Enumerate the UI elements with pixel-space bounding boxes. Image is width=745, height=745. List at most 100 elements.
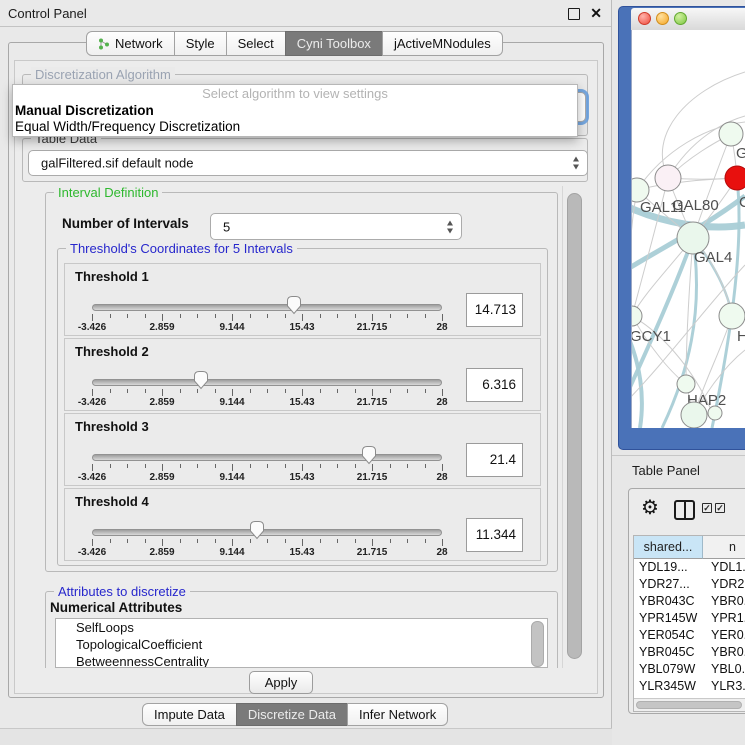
combo-stepper-icon — [573, 157, 580, 170]
network-node[interactable] — [719, 303, 745, 329]
cell-shared-name: YBL079W — [639, 661, 695, 678]
table-row[interactable]: YLR345W YLR3... — [634, 678, 745, 695]
screen: Control Panel ✕ Network StyleSelectCyni T… — [0, 0, 745, 745]
cell-name: YPR1... — [711, 610, 745, 627]
combo-stepper-icon — [447, 220, 454, 233]
threshold-value-field[interactable]: 14.713 — [466, 293, 523, 327]
dropdown-item[interactable]: Manual Discretization — [13, 103, 577, 119]
algorithm-dropdown-popup: Select algorithm to view settings Manual… — [12, 84, 578, 137]
tab-style[interactable]: Style — [174, 31, 227, 56]
threshold-slider-thumb[interactable] — [361, 445, 377, 465]
table-row[interactable]: YBR045CYBR0... — [634, 644, 745, 661]
cell-shared-name: YBR043C — [639, 593, 695, 610]
table-row[interactable]: YDL19...YDL1... — [634, 559, 745, 576]
columns-icon-divider — [684, 502, 686, 518]
threshold-slider-thumb[interactable] — [286, 295, 302, 315]
cell-shared-name: YDR27... — [639, 576, 690, 593]
tab-network[interactable]: Network — [86, 31, 175, 56]
threshold-panel: Threshold 2-3.4262.8599.14415.4321.71528… — [64, 338, 541, 411]
cell-shared-name: YPR145W — [639, 610, 697, 627]
num-intervals-label: Number of Intervals — [62, 216, 189, 231]
network-node-label: GCY1 — [632, 328, 671, 345]
network-node[interactable] — [632, 306, 642, 326]
panel-vertical-scrollbar[interactable] — [566, 188, 584, 668]
attribute-item[interactable]: BetweennessCentrality — [56, 653, 547, 668]
control-panel-titlebar: Control Panel ✕ — [0, 0, 611, 27]
apply-button[interactable]: Apply — [249, 671, 313, 694]
cell-name: YBL0... — [711, 661, 745, 678]
scrollbar-thumb[interactable] — [567, 193, 582, 659]
table-data-combobox[interactable]: galFiltered.sif default node — [28, 150, 588, 176]
threshold-label: Threshold 3 — [75, 419, 149, 434]
window-bottom-strip — [0, 728, 612, 745]
table-row[interactable]: YDR27... YDR2... — [634, 576, 745, 593]
threshold-slider-thumb[interactable] — [249, 520, 265, 540]
control-panel-tabs: Network StyleSelectCyni ToolboxjActiveMNo… — [86, 31, 503, 56]
threshold-label: Threshold 4 — [75, 494, 149, 509]
tab-impute-data[interactable]: Impute Data — [142, 703, 237, 726]
network-node[interactable] — [719, 122, 743, 146]
checkbox-icon[interactable]: ✓ — [702, 503, 712, 513]
tab-label: Infer Network — [359, 707, 436, 722]
thresholds-group: Threshold's Coordinates for 5 Intervals … — [57, 248, 548, 566]
threshold-slider-track[interactable] — [92, 529, 442, 536]
network-node[interactable] — [708, 406, 722, 420]
tab-jactivemnodules[interactable]: jActiveMNodules — [382, 31, 503, 56]
table-row[interactable]: YBR043C YBR0... — [634, 593, 745, 610]
table-row[interactable]: YBL079W YBL0... — [634, 661, 745, 678]
threshold-value-field[interactable]: 21.4 — [466, 443, 523, 477]
threshold-slider-thumb[interactable] — [193, 370, 209, 390]
cell-name: YDL1... — [711, 559, 745, 576]
float-window-icon[interactable] — [568, 8, 580, 20]
tab-select[interactable]: Select — [226, 31, 286, 56]
group-title: Interval Definition — [54, 186, 162, 200]
table-row[interactable]: YPR145W YPR1... — [634, 610, 745, 627]
close-icon[interactable]: ✕ — [590, 5, 602, 22]
threshold-panel: Threshold 4-3.4262.8599.14415.4321.71528… — [64, 488, 541, 561]
column-header-shared-name[interactable]: shared... — [634, 536, 703, 559]
network-node[interactable] — [681, 402, 707, 428]
cell-name: YBR0... — [711, 593, 745, 610]
cell-name: YLR3... — [711, 678, 745, 695]
network-node[interactable] — [655, 165, 681, 191]
attribute-item[interactable]: SelfLoops — [56, 619, 547, 636]
dropdown-item[interactable]: Equal Width/Frequency Discretization — [13, 119, 577, 135]
tab-discretize-data[interactable]: Discretize Data — [236, 703, 348, 726]
tab-label: Network — [115, 36, 163, 51]
columns-icon[interactable] — [674, 500, 695, 520]
table-row[interactable]: YER054C YER0... — [634, 627, 745, 644]
network-view-window: GAL80GCGAL11GAL4GCY1HHAP2 — [618, 6, 745, 450]
tab-cyni-toolbox[interactable]: Cyni Toolbox — [285, 31, 383, 56]
network-node-label: GAL4 — [694, 249, 732, 266]
cell-name: YDR2... — [711, 576, 745, 593]
attribute-item[interactable]: TopologicalCoefficient — [56, 636, 547, 653]
tab-label: Discretize Data — [248, 707, 336, 722]
settings-viewport: Interval Definition Number of Intervals … — [16, 186, 563, 668]
column-header-name[interactable]: n — [703, 536, 745, 559]
network-node[interactable] — [677, 375, 695, 393]
zoom-traffic-light-icon[interactable] — [674, 12, 687, 25]
scrollbar-thumb[interactable] — [636, 701, 742, 709]
network-node[interactable] — [725, 166, 745, 190]
tab-infer-network[interactable]: Infer Network — [347, 703, 448, 726]
cell-shared-name: YLR345W — [639, 678, 696, 695]
numerical-attributes-list[interactable]: SelfLoopsTopologicalCoefficientBetweenne… — [55, 618, 548, 668]
network-canvas[interactable]: GAL80GCGAL11GAL4GCY1HHAP2 — [631, 30, 745, 428]
table-horizontal-scrollbar[interactable] — [634, 698, 745, 711]
network-window-titlebar[interactable] — [631, 8, 745, 31]
threshold-slider-track[interactable] — [92, 454, 442, 461]
gear-icon[interactable]: ⚙ — [641, 496, 659, 520]
cell-name: YER0... — [711, 627, 745, 644]
minimize-traffic-light-icon[interactable] — [656, 12, 669, 25]
control-panel-window: Control Panel ✕ Network StyleSelectCyni T… — [0, 0, 612, 745]
close-traffic-light-icon[interactable] — [638, 12, 651, 25]
threshold-slider-track[interactable] — [92, 379, 442, 386]
list-scrollbar[interactable] — [531, 621, 544, 667]
cell-shared-name: YER054C — [639, 627, 695, 644]
threshold-value-field[interactable]: 6.316 — [466, 368, 523, 402]
threshold-value-field[interactable]: 11.344 — [466, 518, 523, 552]
threshold-slider-track[interactable] — [92, 304, 442, 311]
num-intervals-combobox[interactable]: 5 — [210, 213, 462, 240]
checkbox-icon[interactable]: ✓ — [715, 503, 725, 513]
network-icon — [98, 38, 110, 50]
